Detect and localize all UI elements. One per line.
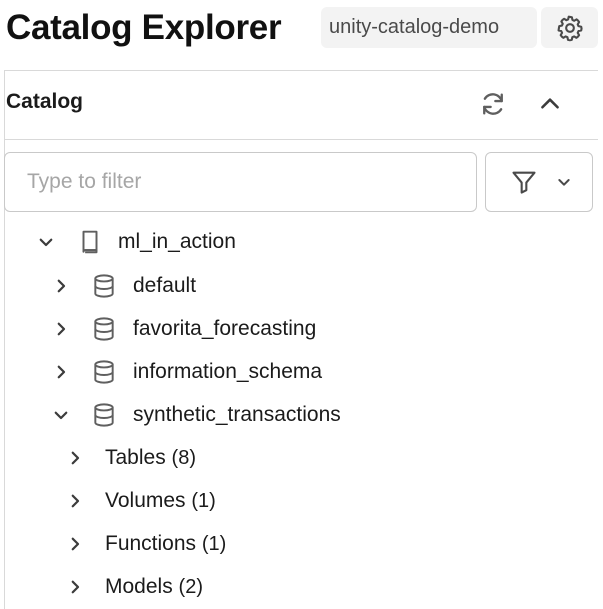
page-title: Catalog Explorer [6, 8, 282, 47]
workspace-selector[interactable]: unity-catalog-demo [321, 7, 537, 48]
database-icon [91, 316, 117, 342]
filter-input[interactable] [5, 153, 476, 211]
tree-group-label: Volumes (1) [105, 487, 216, 515]
catalog-section-title: Catalog [6, 90, 84, 113]
tree-group-label: Functions (1) [105, 530, 226, 558]
tree-item-label: ml_in_action [118, 230, 236, 253]
funnel-icon [512, 171, 536, 194]
tree-item-schema[interactable]: favorita_forecasting [0, 309, 598, 349]
group-count: (8) [171, 447, 196, 469]
database-icon [91, 402, 117, 428]
database-icon [91, 359, 117, 385]
tree-group-label: Tables (8) [105, 444, 196, 472]
filter-box [4, 152, 477, 212]
tree-item-functions[interactable]: Functions (1) [0, 524, 598, 564]
app-header: Catalog Explorer unity-catalog-demo [0, 0, 603, 60]
tree-item-tables[interactable]: Tables (8) [0, 438, 598, 478]
chevron-right-icon[interactable] [52, 320, 70, 338]
section-divider [4, 139, 598, 140]
book-icon [77, 229, 103, 255]
tree-item-schema[interactable]: synthetic_transactions [0, 395, 598, 435]
settings-button[interactable] [541, 7, 598, 48]
filter-options-button[interactable] [485, 152, 593, 212]
group-name: Tables [105, 446, 166, 469]
database-icon [91, 273, 117, 299]
tree-item-catalog[interactable]: ml_in_action [0, 222, 598, 262]
tree-item-models[interactable]: Models (2) [0, 567, 598, 607]
chevron-up-icon [541, 98, 559, 109]
tree-item-label: favorita_forecasting [133, 317, 317, 340]
chevron-right-icon[interactable] [52, 277, 70, 295]
tree-item-schema[interactable]: default [0, 266, 598, 306]
tree-item-schema[interactable]: information_schema [0, 352, 598, 392]
catalog-explorer-page: Catalog Explorer unity-catalog-demo Cata… [0, 0, 603, 609]
tree-item-label: default [133, 274, 197, 297]
refresh-icon [483, 93, 503, 115]
chevron-right-icon[interactable] [52, 363, 70, 381]
refresh-button[interactable] [475, 86, 511, 122]
group-name: Models [105, 575, 173, 598]
chevron-down-icon [558, 179, 570, 186]
tree-item-label: information_schema [133, 360, 323, 383]
group-name: Functions [105, 532, 197, 555]
tree-item-label: synthetic_transactions [133, 403, 341, 426]
chevron-down-icon[interactable] [52, 406, 70, 424]
chevron-right-icon[interactable] [66, 578, 84, 596]
tree-item-volumes[interactable]: Volumes (1) [0, 481, 598, 521]
chevron-down-icon[interactable] [37, 233, 55, 251]
group-name: Volumes [105, 489, 186, 512]
group-count: (1) [191, 490, 216, 512]
chevron-right-icon[interactable] [66, 449, 84, 467]
group-count: (2) [178, 576, 203, 598]
chevron-right-icon[interactable] [66, 535, 84, 553]
header-divider [4, 70, 598, 71]
gear-icon [557, 15, 583, 41]
tree-group-label: Models (2) [105, 573, 203, 601]
chevron-right-icon[interactable] [66, 492, 84, 510]
collapse-section-button[interactable] [532, 86, 568, 122]
group-count: (1) [201, 533, 227, 555]
